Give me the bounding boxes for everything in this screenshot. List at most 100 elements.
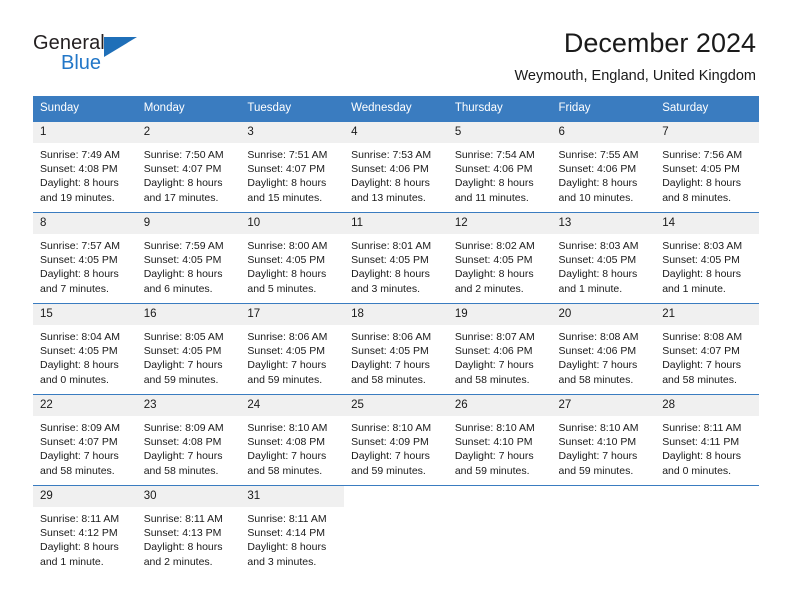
daylight-text-line2: and 58 minutes. <box>558 373 634 386</box>
calendar-day-cell[interactable]: 2 Sunrise: 7:50 AM Sunset: 4:07 PM Daylight… <box>136 121 241 213</box>
daylight-text-line2: and 58 minutes. <box>454 373 530 386</box>
day-details: Sunrise: 7:57 AM Sunset: 4:05 PM Daylight:… <box>33 234 137 296</box>
day-details: Sunrise: 7:50 AM Sunset: 4:07 PM Daylight:… <box>137 143 241 205</box>
day-details: Sunrise: 8:09 AM Sunset: 4:08 PM Daylight:… <box>137 416 241 478</box>
calendar-day-cell[interactable]: 15 Sunrise: 8:04 AM Sunset: 4:05 PM Dayligh… <box>33 303 137 395</box>
calendar-day-cell[interactable]: 18 Sunrise: 8:06 AM Sunset: 4:05 PM Dayligh… <box>344 303 448 395</box>
calendar-day-cell[interactable]: 23 Sunrise: 8:09 AM Sunset: 4:08 PM Dayligh… <box>136 394 241 486</box>
sunset-text: Sunset: 4:07 PM <box>247 163 326 176</box>
daylight-text-line1: Daylight: 8 hours <box>662 177 742 190</box>
day-details: Sunrise: 8:06 AM Sunset: 4:05 PM Daylight:… <box>344 325 448 387</box>
calendar-day-cell[interactable]: 17 Sunrise: 8:06 AM Sunset: 4:05 PM Dayligh… <box>240 303 345 395</box>
general-blue-logo[interactable]: General Blue <box>33 32 143 84</box>
calendar-day-cell[interactable]: 20 Sunrise: 8:08 AM Sunset: 4:06 PM Dayligh… <box>551 303 656 395</box>
calendar-day-cell[interactable]: 16 Sunrise: 8:05 AM Sunset: 4:05 PM Dayligh… <box>136 303 241 395</box>
calendar-day-cell[interactable]: 13 Sunrise: 8:03 AM Sunset: 4:05 PM Dayligh… <box>551 212 656 304</box>
calendar-day-cell[interactable]: 31 Sunrise: 8:11 AM Sunset: 4:14 PM Dayligh… <box>240 485 345 576</box>
daylight-text-line1: Daylight: 8 hours <box>143 268 223 281</box>
calendar-day-cell[interactable]: 28 Sunrise: 8:11 AM Sunset: 4:11 PM Dayligh… <box>655 394 759 486</box>
daylight-text-line2: and 58 minutes. <box>247 464 323 477</box>
calendar-day-cell[interactable]: 24 Sunrise: 8:10 AM Sunset: 4:08 PM Dayligh… <box>240 394 345 486</box>
calendar-day-cell[interactable]: 19 Sunrise: 8:07 AM Sunset: 4:06 PM Dayligh… <box>447 303 552 395</box>
calendar-day-cell[interactable]: 29 Sunrise: 8:11 AM Sunset: 4:12 PM Dayligh… <box>33 485 137 576</box>
calendar-day-cell[interactable]: 8 Sunrise: 7:57 AM Sunset: 4:05 PM Daylight… <box>33 212 137 304</box>
sunrise-text: Sunrise: 7:49 AM <box>40 149 120 161</box>
sunset-text: Sunset: 4:05 PM <box>662 163 740 176</box>
sunset-text: Sunset: 4:06 PM <box>558 345 637 358</box>
day-number <box>655 486 759 507</box>
daylight-text-line2: and 15 minutes. <box>247 191 323 204</box>
day-number: 11 <box>344 213 448 234</box>
sunrise-text: Sunrise: 8:00 AM <box>247 240 328 252</box>
day-number: 31 <box>240 486 345 507</box>
daylight-text-line2: and 58 minutes. <box>662 373 737 386</box>
sunset-text: Sunset: 4:08 PM <box>40 163 118 176</box>
calendar-day-cell[interactable]: 10 Sunrise: 8:00 AM Sunset: 4:05 PM Dayligh… <box>240 212 345 304</box>
sunrise-text: Sunrise: 8:10 AM <box>351 422 432 434</box>
calendar-day-cell[interactable]: 11 Sunrise: 8:01 AM Sunset: 4:05 PM Dayligh… <box>344 212 448 304</box>
sunset-text: Sunset: 4:05 PM <box>454 254 533 267</box>
day-details: Sunrise: 8:10 AM Sunset: 4:09 PM Daylight:… <box>344 416 448 478</box>
day-details: Sunrise: 8:04 AM Sunset: 4:05 PM Daylight:… <box>33 325 137 387</box>
day-details: Sunrise: 8:03 AM Sunset: 4:05 PM Daylight:… <box>552 234 656 296</box>
sunset-text: Sunset: 4:07 PM <box>662 345 740 358</box>
weekday-header-saturday: Saturday <box>655 96 759 122</box>
calendar-day-cell[interactable]: 5 Sunrise: 7:54 AM Sunset: 4:06 PM Daylight… <box>447 121 552 213</box>
calendar-day-cell[interactable]: 9 Sunrise: 7:59 AM Sunset: 4:05 PM Daylight… <box>136 212 241 304</box>
calendar-day-cell[interactable]: 22 Sunrise: 8:09 AM Sunset: 4:07 PM Dayligh… <box>33 394 137 486</box>
calendar-day-cell[interactable]: 4 Sunrise: 7:53 AM Sunset: 4:06 PM Daylight… <box>344 121 448 213</box>
day-details <box>552 507 656 512</box>
calendar-day-cell[interactable]: 12 Sunrise: 8:02 AM Sunset: 4:05 PM Dayligh… <box>447 212 552 304</box>
daylight-text-line2: and 58 minutes. <box>40 464 115 477</box>
sunset-text: Sunset: 4:06 PM <box>454 163 533 176</box>
daylight-text-line1: Daylight: 7 hours <box>662 359 742 372</box>
calendar-day-cell[interactable]: 30 Sunrise: 8:11 AM Sunset: 4:13 PM Dayligh… <box>136 485 241 576</box>
sunrise-text: Sunrise: 8:10 AM <box>247 422 328 434</box>
daylight-text-line2: and 59 minutes. <box>247 373 323 386</box>
daylight-text-line1: Daylight: 7 hours <box>143 450 223 463</box>
daylight-text-line1: Daylight: 7 hours <box>247 450 327 463</box>
daylight-text-line2: and 11 minutes. <box>454 191 529 204</box>
day-number: 14 <box>655 213 759 234</box>
daylight-text-line2: and 0 minutes. <box>662 464 732 477</box>
day-number: 2 <box>136 122 241 143</box>
page-title: December 2024 <box>563 28 756 58</box>
sunrise-text: Sunrise: 7:51 AM <box>247 149 328 161</box>
sunset-text: Sunset: 4:13 PM <box>143 527 222 540</box>
day-details: Sunrise: 7:53 AM Sunset: 4:06 PM Daylight:… <box>344 143 448 205</box>
calendar-day-cell[interactable]: 3 Sunrise: 7:51 AM Sunset: 4:07 PM Daylight… <box>240 121 345 213</box>
daylight-text-line2: and 59 minutes. <box>454 464 530 477</box>
calendar-day-cell[interactable]: 21 Sunrise: 8:08 AM Sunset: 4:07 PM Dayligh… <box>655 303 759 395</box>
day-number: 12 <box>447 213 552 234</box>
day-details: Sunrise: 8:03 AM Sunset: 4:05 PM Daylight:… <box>655 234 759 296</box>
day-number: 19 <box>447 304 552 325</box>
sunrise-text: Sunrise: 8:01 AM <box>351 240 432 252</box>
calendar-day-cell[interactable]: 1 Sunrise: 7:49 AM Sunset: 4:08 PM Daylight… <box>33 121 137 213</box>
day-details: Sunrise: 7:51 AM Sunset: 4:07 PM Daylight:… <box>240 143 344 205</box>
calendar-day-cell[interactable]: 27 Sunrise: 8:10 AM Sunset: 4:10 PM Dayligh… <box>551 394 656 486</box>
day-number: 9 <box>136 213 241 234</box>
calendar-day-cell[interactable]: 14 Sunrise: 8:03 AM Sunset: 4:05 PM Dayligh… <box>655 212 759 304</box>
daylight-text-line1: Daylight: 7 hours <box>247 359 327 372</box>
daylight-text-line2: and 3 minutes. <box>247 555 317 568</box>
calendar-day-cell[interactable]: 25 Sunrise: 8:10 AM Sunset: 4:09 PM Dayligh… <box>344 394 448 486</box>
sunrise-text: Sunrise: 8:08 AM <box>558 331 639 343</box>
calendar-day-cell[interactable]: 6 Sunrise: 7:55 AM Sunset: 4:06 PM Daylight… <box>551 121 656 213</box>
sunset-text: Sunset: 4:05 PM <box>247 254 326 267</box>
calendar-day-cell[interactable]: 7 Sunrise: 7:56 AM Sunset: 4:05 PM Daylight… <box>655 121 759 213</box>
calendar-day-cell[interactable]: 26 Sunrise: 8:10 AM Sunset: 4:10 PM Dayligh… <box>447 394 552 486</box>
calendar-page: General Blue December 2024 Weymouth, Eng… <box>0 0 792 612</box>
day-number: 29 <box>33 486 137 507</box>
daylight-text-line2: and 58 minutes. <box>143 464 219 477</box>
calendar-week-row: 22 Sunrise: 8:09 AM Sunset: 4:07 PM Dayligh… <box>33 394 759 486</box>
daylight-text-line1: Daylight: 8 hours <box>40 541 119 554</box>
daylight-text-line2: and 2 minutes. <box>143 555 213 568</box>
day-details: Sunrise: 8:02 AM Sunset: 4:05 PM Daylight:… <box>448 234 552 296</box>
calendar-week-row: 15 Sunrise: 8:04 AM Sunset: 4:05 PM Dayligh… <box>33 303 759 395</box>
day-number: 10 <box>240 213 345 234</box>
sunset-text: Sunset: 4:07 PM <box>40 436 118 449</box>
daylight-text-line2: and 59 minutes. <box>143 373 219 386</box>
weekday-header-monday: Monday <box>136 96 241 122</box>
sunrise-text: Sunrise: 8:08 AM <box>662 331 743 343</box>
calendar-week-row: 29 Sunrise: 8:11 AM Sunset: 4:12 PM Dayligh… <box>33 485 759 576</box>
